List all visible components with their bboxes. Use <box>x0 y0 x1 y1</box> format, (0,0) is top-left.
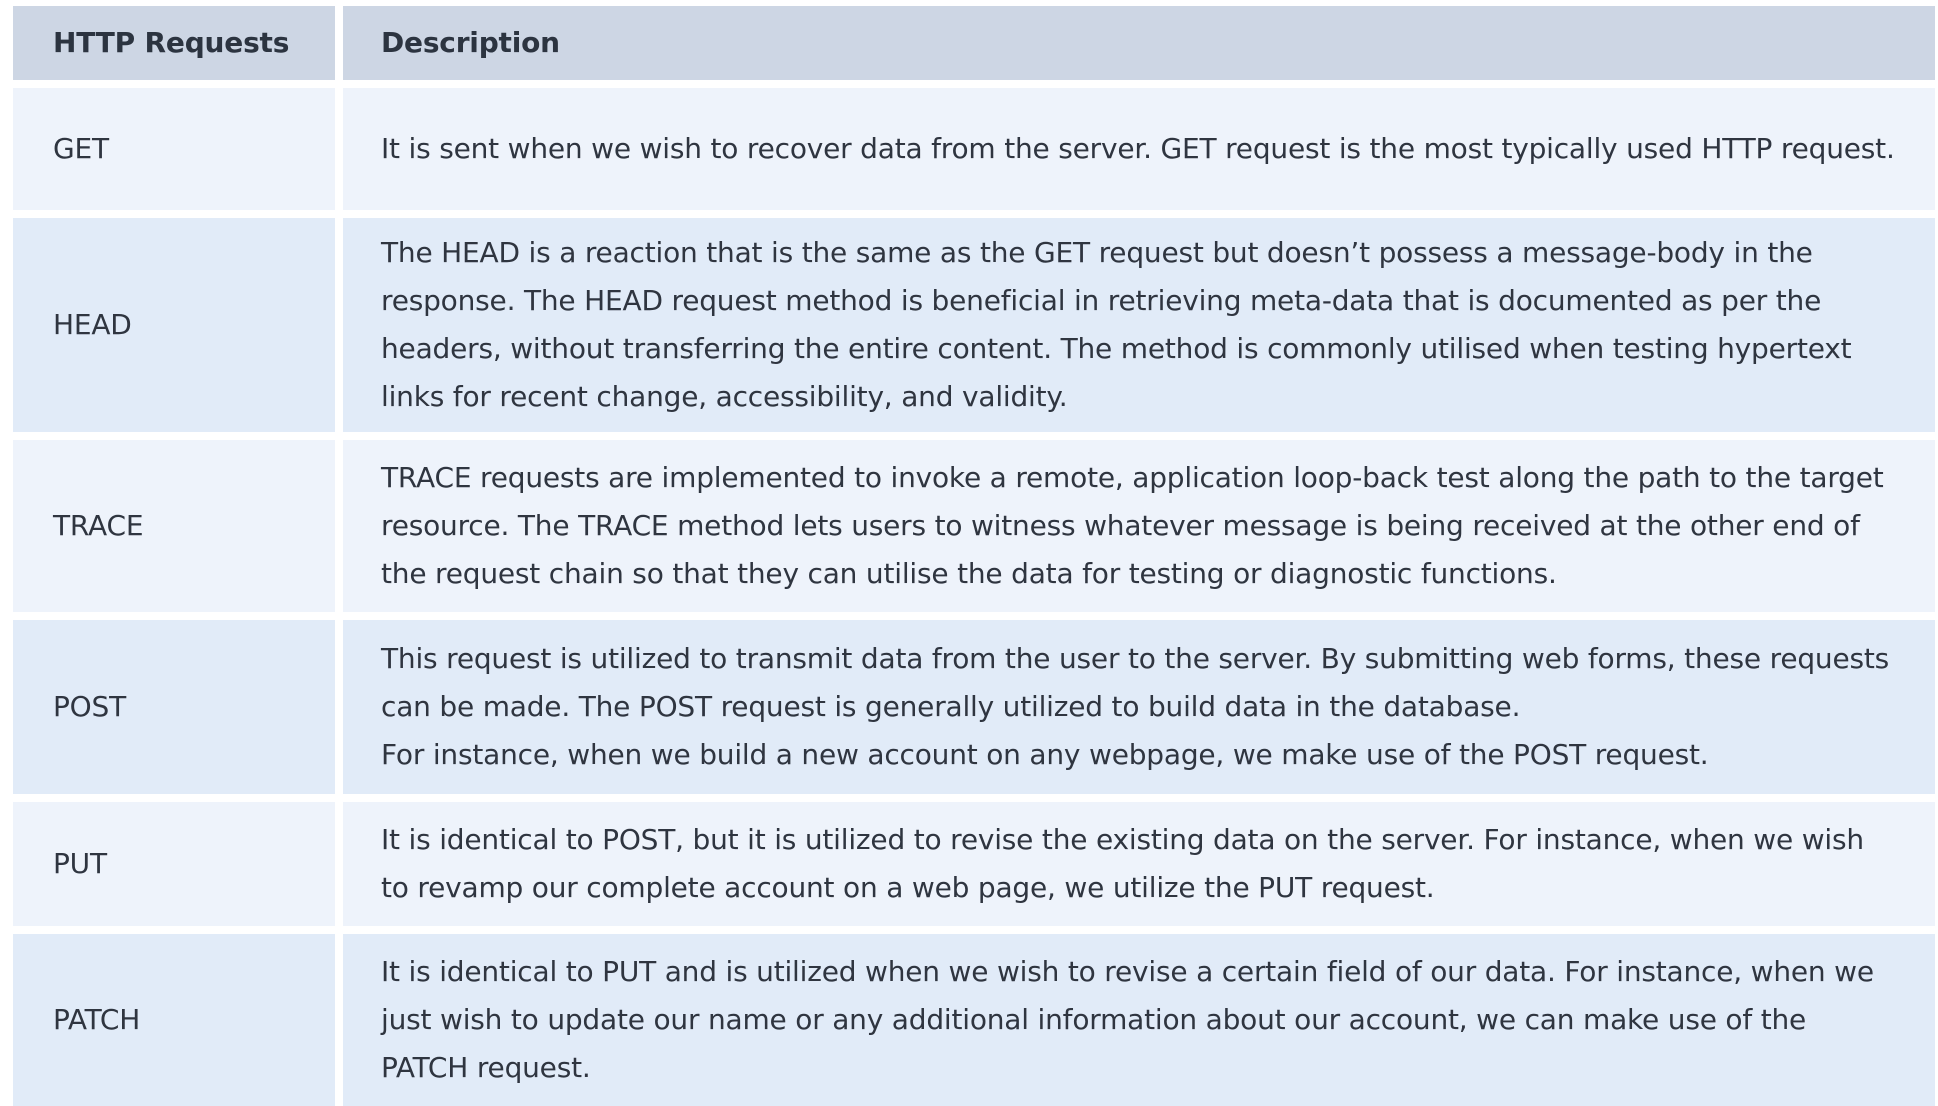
method-cell-get: GET <box>13 88 335 210</box>
method-label: HEAD <box>53 308 132 341</box>
description-cell-post: This request is utilized to transmit dat… <box>343 620 1935 794</box>
description-text: TRACE requests are implemented to invoke… <box>381 461 1884 590</box>
column-header-http-requests: HTTP Requests <box>13 6 335 80</box>
method-label: GET <box>53 132 109 165</box>
column-header-label: HTTP Requests <box>53 26 290 59</box>
description-text: It is sent when we wish to recover data … <box>381 132 1895 165</box>
description-cell-patch: It is identical to PUT and is utilized w… <box>343 934 1935 1106</box>
method-label: TRACE <box>53 509 144 542</box>
method-cell-head: HEAD <box>13 218 335 432</box>
description-cell-head: The HEAD is a reaction that is the same … <box>343 218 1935 432</box>
method-label: PUT <box>53 847 107 880</box>
description-text: It is identical to PUT and is utilized w… <box>381 955 1874 1084</box>
http-requests-table: HTTP Requests Description GET It is sent… <box>13 6 1935 1106</box>
method-cell-patch: PATCH <box>13 934 335 1106</box>
column-header-label: Description <box>381 26 560 59</box>
method-label: PATCH <box>53 1003 141 1036</box>
method-cell-put: PUT <box>13 802 335 926</box>
description-cell-put: It is identical to POST, but it is utili… <box>343 802 1935 926</box>
description-cell-get: It is sent when we wish to recover data … <box>343 88 1935 210</box>
description-text: The HEAD is a reaction that is the same … <box>381 236 1852 413</box>
method-cell-trace: TRACE <box>13 440 335 612</box>
description-text-block: This request is utilized to transmit dat… <box>381 635 1895 779</box>
description-text-extra: For instance, when we build a new accoun… <box>381 738 1709 771</box>
description-text: It is identical to POST, but it is utili… <box>381 823 1864 904</box>
description-cell-trace: TRACE requests are implemented to invoke… <box>343 440 1935 612</box>
column-header-description: Description <box>343 6 1935 80</box>
method-cell-post: POST <box>13 620 335 794</box>
description-text: This request is utilized to transmit dat… <box>381 642 1890 723</box>
method-label: POST <box>53 690 127 723</box>
